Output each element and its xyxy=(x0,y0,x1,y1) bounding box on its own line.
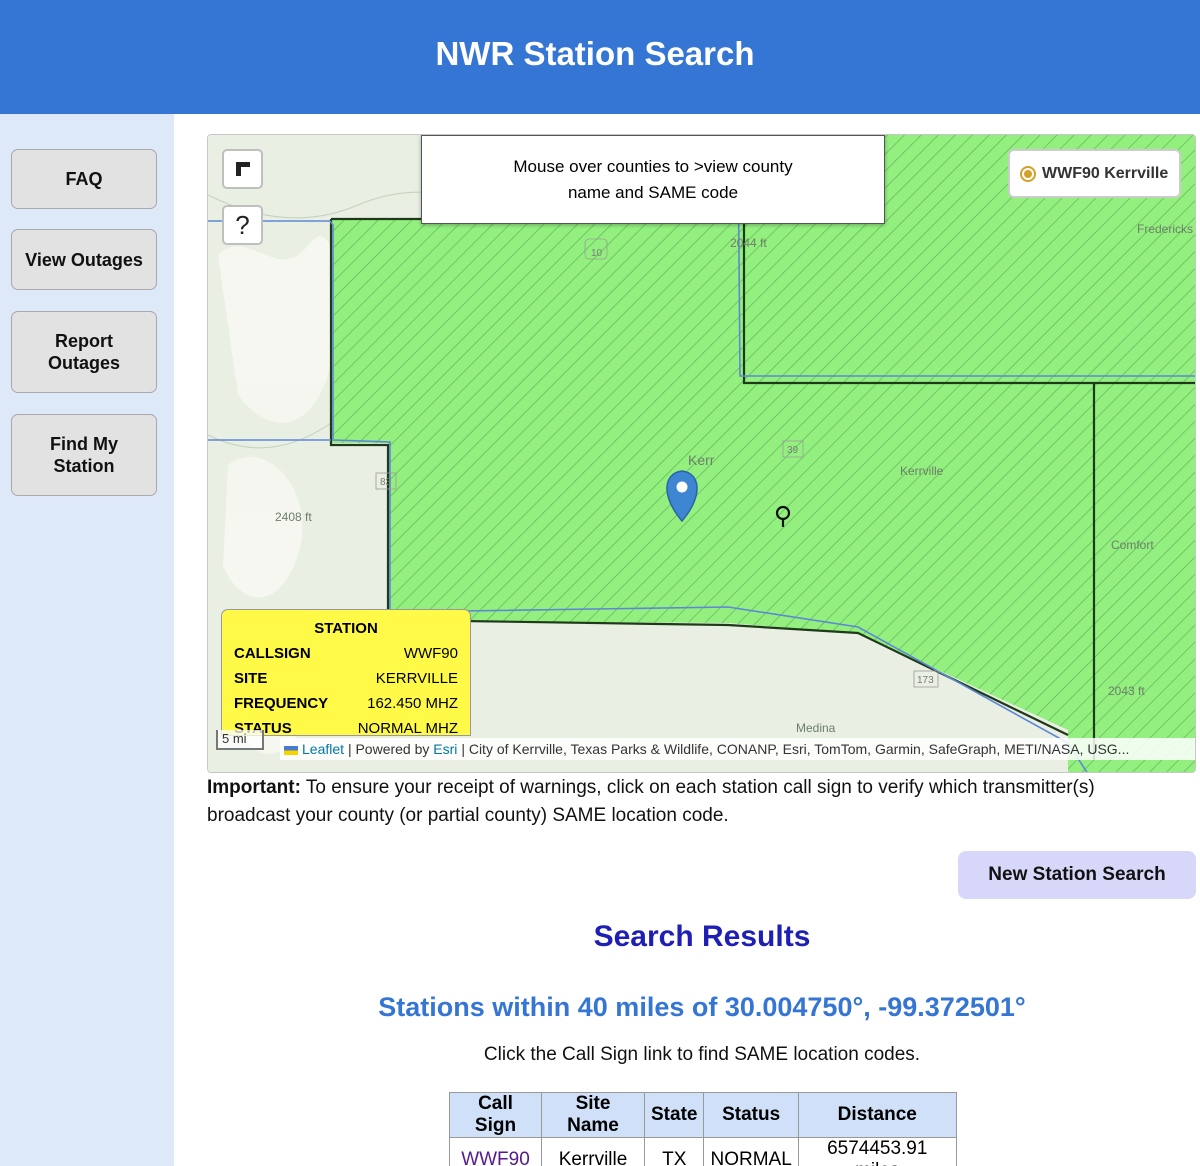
station-card-key: CALLSIGN xyxy=(234,645,311,662)
site-name-cell: Kerrville xyxy=(541,1137,645,1166)
ukraine-flag-icon xyxy=(284,745,298,755)
county-hover-info: Mouse over counties to >view county name… xyxy=(421,135,885,224)
map-help-button[interactable]: ? xyxy=(222,205,263,245)
label-elevation-3: 2044 ft xyxy=(730,236,767,250)
distance-cell: 6574453.91 miles xyxy=(797,1137,957,1166)
powered-by-text: | Powered by xyxy=(347,741,430,757)
station-card-key: SITE xyxy=(234,670,268,687)
label-hwy-10: 10 xyxy=(591,248,603,259)
status-cell: NORMAL xyxy=(703,1137,799,1166)
sidebar-item-view-outages[interactable]: View Outages xyxy=(11,229,157,290)
column-header-status: Status xyxy=(703,1092,799,1138)
label-medina: Medina xyxy=(796,721,836,735)
state-cell: TX xyxy=(643,1137,705,1166)
leaflet-link[interactable]: Leaflet xyxy=(302,741,344,757)
column-header-site-name: Site Name xyxy=(541,1092,645,1138)
sidebar: FAQ View Outages Report Outages Find My … xyxy=(0,114,174,1166)
stations-within-heading: Stations within 40 miles of 30.004750°, … xyxy=(378,992,1026,1022)
important-text: To ensure your receipt of warnings, clic… xyxy=(207,777,1095,826)
sidebar-item-report-outages[interactable]: Report Outages xyxy=(11,311,157,393)
search-results-title: Search Results xyxy=(593,920,811,953)
map-attribution: Leaflet | Powered by Esri | City of Kerr… xyxy=(280,738,1195,760)
call-sign-link[interactable]: WWF90 xyxy=(461,1149,530,1166)
new-station-search-button[interactable]: New Station Search xyxy=(958,851,1196,899)
label-hwy-83: 83 xyxy=(380,477,392,488)
sidebar-item-find-my-station[interactable]: Find My Station xyxy=(11,414,157,496)
label-kerr: Kerr xyxy=(688,452,715,468)
sidebar-item-faq[interactable]: FAQ xyxy=(11,149,157,209)
station-card-value: 162.450 MHZ xyxy=(367,695,458,712)
station-legend-label: WWF90 Kerrville xyxy=(1042,164,1169,182)
station-card-row: FREQUENCY 162.450 MHZ xyxy=(234,691,458,716)
station-legend-toggle[interactable]: WWF90 Kerrville xyxy=(1008,149,1181,198)
label-elevation-2: 2043 ft xyxy=(1108,684,1145,698)
label-elevation-1: 2408 ft xyxy=(275,510,312,524)
station-card-row: CALLSIGN WWF90 xyxy=(234,641,458,666)
important-label: Important: xyxy=(207,777,301,798)
results-table: Call Sign Site Name State Status Distanc… xyxy=(449,1092,957,1166)
label-hwy-39: 39 xyxy=(787,445,799,456)
column-header-distance: Distance xyxy=(797,1092,957,1138)
station-card-key: FREQUENCY xyxy=(234,695,329,712)
attribution-sources: | City of Kerrville, Texas Parks & Wildl… xyxy=(461,741,1130,757)
coverage-map[interactable]: Kerr Kerrville Comfort Fredericks Medina… xyxy=(207,134,1196,773)
important-notice: Important: To ensure your receipt of war… xyxy=(207,774,1167,830)
page-header: NWR Station Search xyxy=(0,0,1200,114)
station-card-value: NORMAL MHZ xyxy=(357,720,458,736)
esri-link[interactable]: Esri xyxy=(433,741,457,757)
label-hwy-173: 173 xyxy=(917,675,934,686)
station-card-value: WWF90 xyxy=(403,645,458,662)
table-row: WWF90 Kerrville TX NORMAL 6574453.91 mil… xyxy=(449,1137,957,1166)
call-sign-cell: WWF90 xyxy=(449,1137,542,1166)
station-card-row: STATUS NORMAL MHZ xyxy=(234,716,458,736)
table-header-row: Call Sign Site Name State Status Distanc… xyxy=(449,1092,957,1138)
fullscreen-icon xyxy=(235,162,250,176)
label-comfort: Comfort xyxy=(1111,538,1154,552)
station-info-card: STATION CALLSIGN WWF90 SITE KERRVILLE FR… xyxy=(221,609,471,736)
station-card-row: SITE KERRVILLE xyxy=(234,666,458,691)
main-content: Kerr Kerrville Comfort Fredericks Medina… xyxy=(174,114,1200,1166)
column-header-state: State xyxy=(643,1092,705,1138)
map-scale-bar: 5 mi xyxy=(216,730,264,750)
label-kerrville: Kerrville xyxy=(900,464,944,478)
station-card-value: KERRVILLE xyxy=(375,670,458,687)
station-card-title: STATION xyxy=(314,620,378,637)
fullscreen-button[interactable] xyxy=(222,149,263,189)
call-sign-hint: Click the Call Sign link to find SAME lo… xyxy=(483,1044,921,1065)
column-header-call-sign: Call Sign xyxy=(449,1092,542,1138)
label-fredericksburg: Fredericks xyxy=(1137,222,1193,236)
station-radio-icon xyxy=(1020,165,1036,182)
page-title: NWR Station Search xyxy=(435,35,755,72)
